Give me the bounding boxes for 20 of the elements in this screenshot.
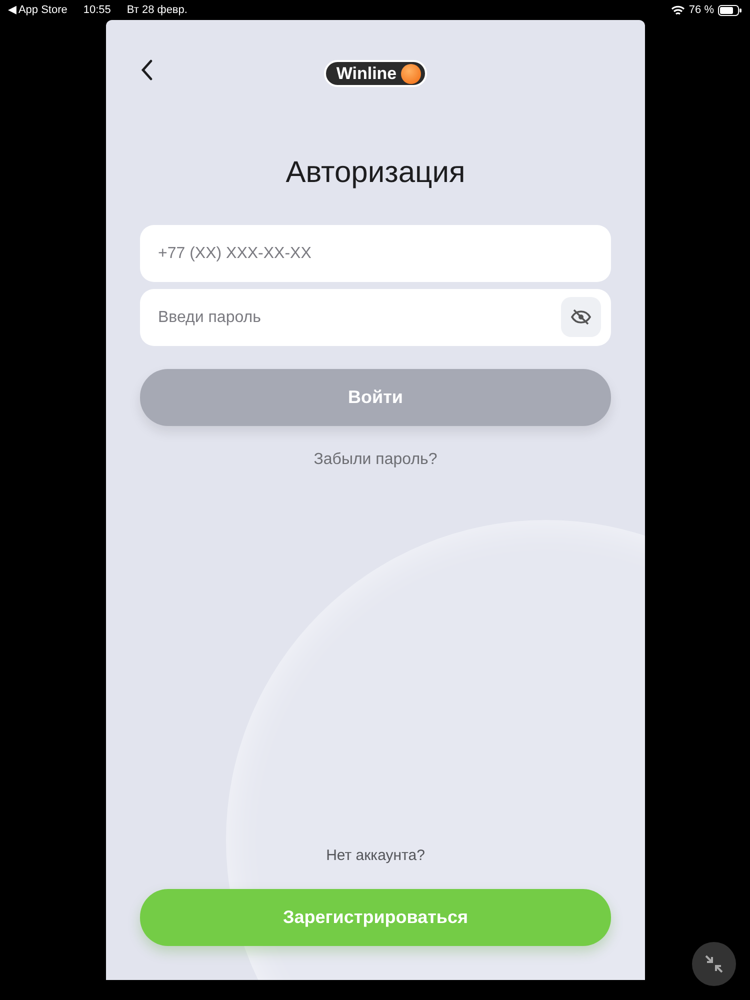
battery-icon <box>718 4 742 16</box>
show-password-button[interactable] <box>561 297 601 337</box>
eye-slash-icon <box>570 309 592 325</box>
phone-field[interactable]: +77 (XX) XXX-XX-XX <box>140 225 611 282</box>
forgot-password-link[interactable]: Забыли пароль? <box>314 451 438 468</box>
register-button[interactable]: Зарегистрироваться <box>140 889 611 946</box>
logo-text: Winline <box>336 62 397 85</box>
password-field[interactable]: Введи пароль <box>140 289 611 346</box>
logo-ball-icon <box>400 64 421 84</box>
back-button[interactable] <box>140 58 154 82</box>
battery-percent: 76 % <box>688 2 714 18</box>
page-title: Авторизация <box>284 155 466 191</box>
no-account-text: Нет аккаунта? <box>326 846 425 866</box>
minimize-button[interactable] <box>692 942 736 986</box>
chevron-left-icon <box>140 58 154 82</box>
time-text: 10:55 <box>83 2 111 18</box>
collapse-icon <box>703 953 725 975</box>
back-to-app-link[interactable]: ◀ App Store <box>8 2 68 18</box>
wifi-icon <box>670 4 685 16</box>
date-text: Вт 28 февр. <box>126 2 188 18</box>
